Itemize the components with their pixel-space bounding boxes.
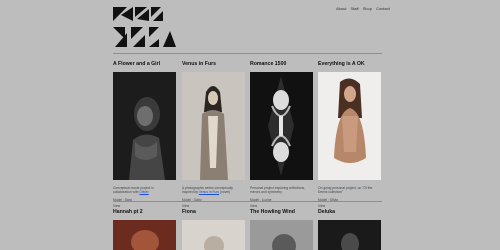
top-nav: About Staff Shop Contact <box>336 6 390 11</box>
nav-about[interactable]: About <box>336 6 346 11</box>
post-image[interactable] <box>113 220 176 250</box>
post-description: Conceptual movie project in collaboratio… <box>113 186 173 194</box>
view-link[interactable]: View <box>318 204 325 208</box>
view-link[interactable]: View <box>250 204 257 208</box>
site-logo[interactable] <box>113 7 176 47</box>
nav-shop[interactable]: Shop <box>363 6 372 11</box>
post-link[interactable]: Olivier <box>139 190 148 194</box>
header-divider <box>113 53 382 54</box>
post-image[interactable] <box>250 220 313 250</box>
post-title[interactable]: The Howling Wind <box>250 209 295 215</box>
view-link[interactable]: View <box>113 204 120 208</box>
post-title[interactable]: Romance 1500 <box>250 61 286 67</box>
post-description: On going personal project, on "Of the De… <box>318 186 373 195</box>
post-image[interactable] <box>182 72 245 180</box>
post-image[interactable] <box>318 220 381 250</box>
post-title[interactable]: Fiona <box>182 209 196 215</box>
post-description: Personal project exploring reflections, … <box>250 186 305 195</box>
post-image[interactable] <box>318 72 381 180</box>
row-divider <box>113 201 382 202</box>
view-link[interactable]: View <box>182 204 189 208</box>
post-image[interactable] <box>250 72 313 180</box>
post-image[interactable] <box>113 72 176 180</box>
nav-staff[interactable]: Staff <box>350 6 358 11</box>
post-title[interactable]: Hannah pt 2 <box>113 209 143 215</box>
post-title[interactable]: Everything is A OK <box>318 61 365 67</box>
post-title[interactable]: Deluka <box>318 209 335 215</box>
post-description: A photographic series conceptually inspi… <box>182 186 242 194</box>
post-image[interactable] <box>182 220 245 250</box>
nav-contact[interactable]: Contact <box>376 6 390 11</box>
post-description-tail: (novel) <box>219 190 231 195</box>
post-title[interactable]: Venus in Furs <box>182 61 216 67</box>
post-link[interactable]: Venus in Furs <box>199 190 219 194</box>
post-title[interactable]: A Flower and a Girl <box>113 61 160 67</box>
